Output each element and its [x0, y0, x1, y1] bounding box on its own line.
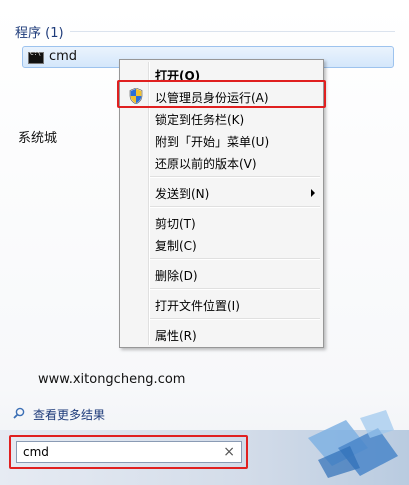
run-as-admin-highlight-box	[117, 80, 326, 108]
menu-item-label: 还原以前的版本(V)	[155, 157, 257, 171]
menu-item-label: 复制(C)	[155, 239, 197, 253]
menu-separator	[150, 318, 320, 320]
menu-item-pin-taskbar[interactable]: 锁定到任务栏(K)	[122, 107, 321, 129]
menu-item-label: 发送到(N)	[155, 187, 210, 201]
menu-item-label: 附到「开始」菜单(U)	[155, 135, 270, 149]
menu-item-copy[interactable]: 复制(C)	[122, 233, 321, 255]
see-more-results-label: 查看更多结果	[33, 408, 106, 422]
menu-item-restore[interactable]: 还原以前的版本(V)	[122, 151, 321, 173]
menu-separator	[150, 176, 320, 178]
menu-item-label: 属性(R)	[155, 329, 197, 343]
start-menu-panel: 程序 (1) cmd 系统城 www.xitongcheng.com 查看更多结…	[0, 0, 409, 485]
command-prompt-icon	[28, 50, 44, 64]
menu-separator	[150, 288, 320, 290]
watermark-text: 系统城	[18, 131, 58, 146]
site-logo-icon	[308, 410, 398, 478]
menu-item-label: 打开文件位置(I)	[155, 299, 240, 313]
menu-item-open-location[interactable]: 打开文件位置(I)	[122, 293, 321, 315]
menu-item-properties[interactable]: 属性(R)	[122, 323, 321, 345]
menu-item-send-to[interactable]: 发送到(N)	[122, 181, 321, 203]
search-icon	[13, 407, 25, 419]
menu-item-label: 锁定到任务栏(K)	[155, 113, 245, 127]
programs-group-header: 程序 (1)	[15, 26, 64, 41]
search-highlight-box	[9, 435, 248, 469]
menu-separator	[150, 258, 320, 260]
watermark-url: www.xitongcheng.com	[38, 372, 186, 387]
menu-item-label: 剪切(T)	[155, 217, 196, 231]
menu-separator	[150, 206, 320, 208]
menu-item-label: 删除(D)	[155, 269, 198, 283]
menu-item-cut[interactable]: 剪切(T)	[122, 211, 321, 233]
menu-item-pin-start[interactable]: 附到「开始」菜单(U)	[122, 129, 321, 151]
group-divider	[70, 31, 395, 32]
menu-item-delete[interactable]: 删除(D)	[122, 263, 321, 285]
result-label: cmd	[49, 49, 78, 64]
submenu-arrow-icon	[311, 189, 315, 197]
